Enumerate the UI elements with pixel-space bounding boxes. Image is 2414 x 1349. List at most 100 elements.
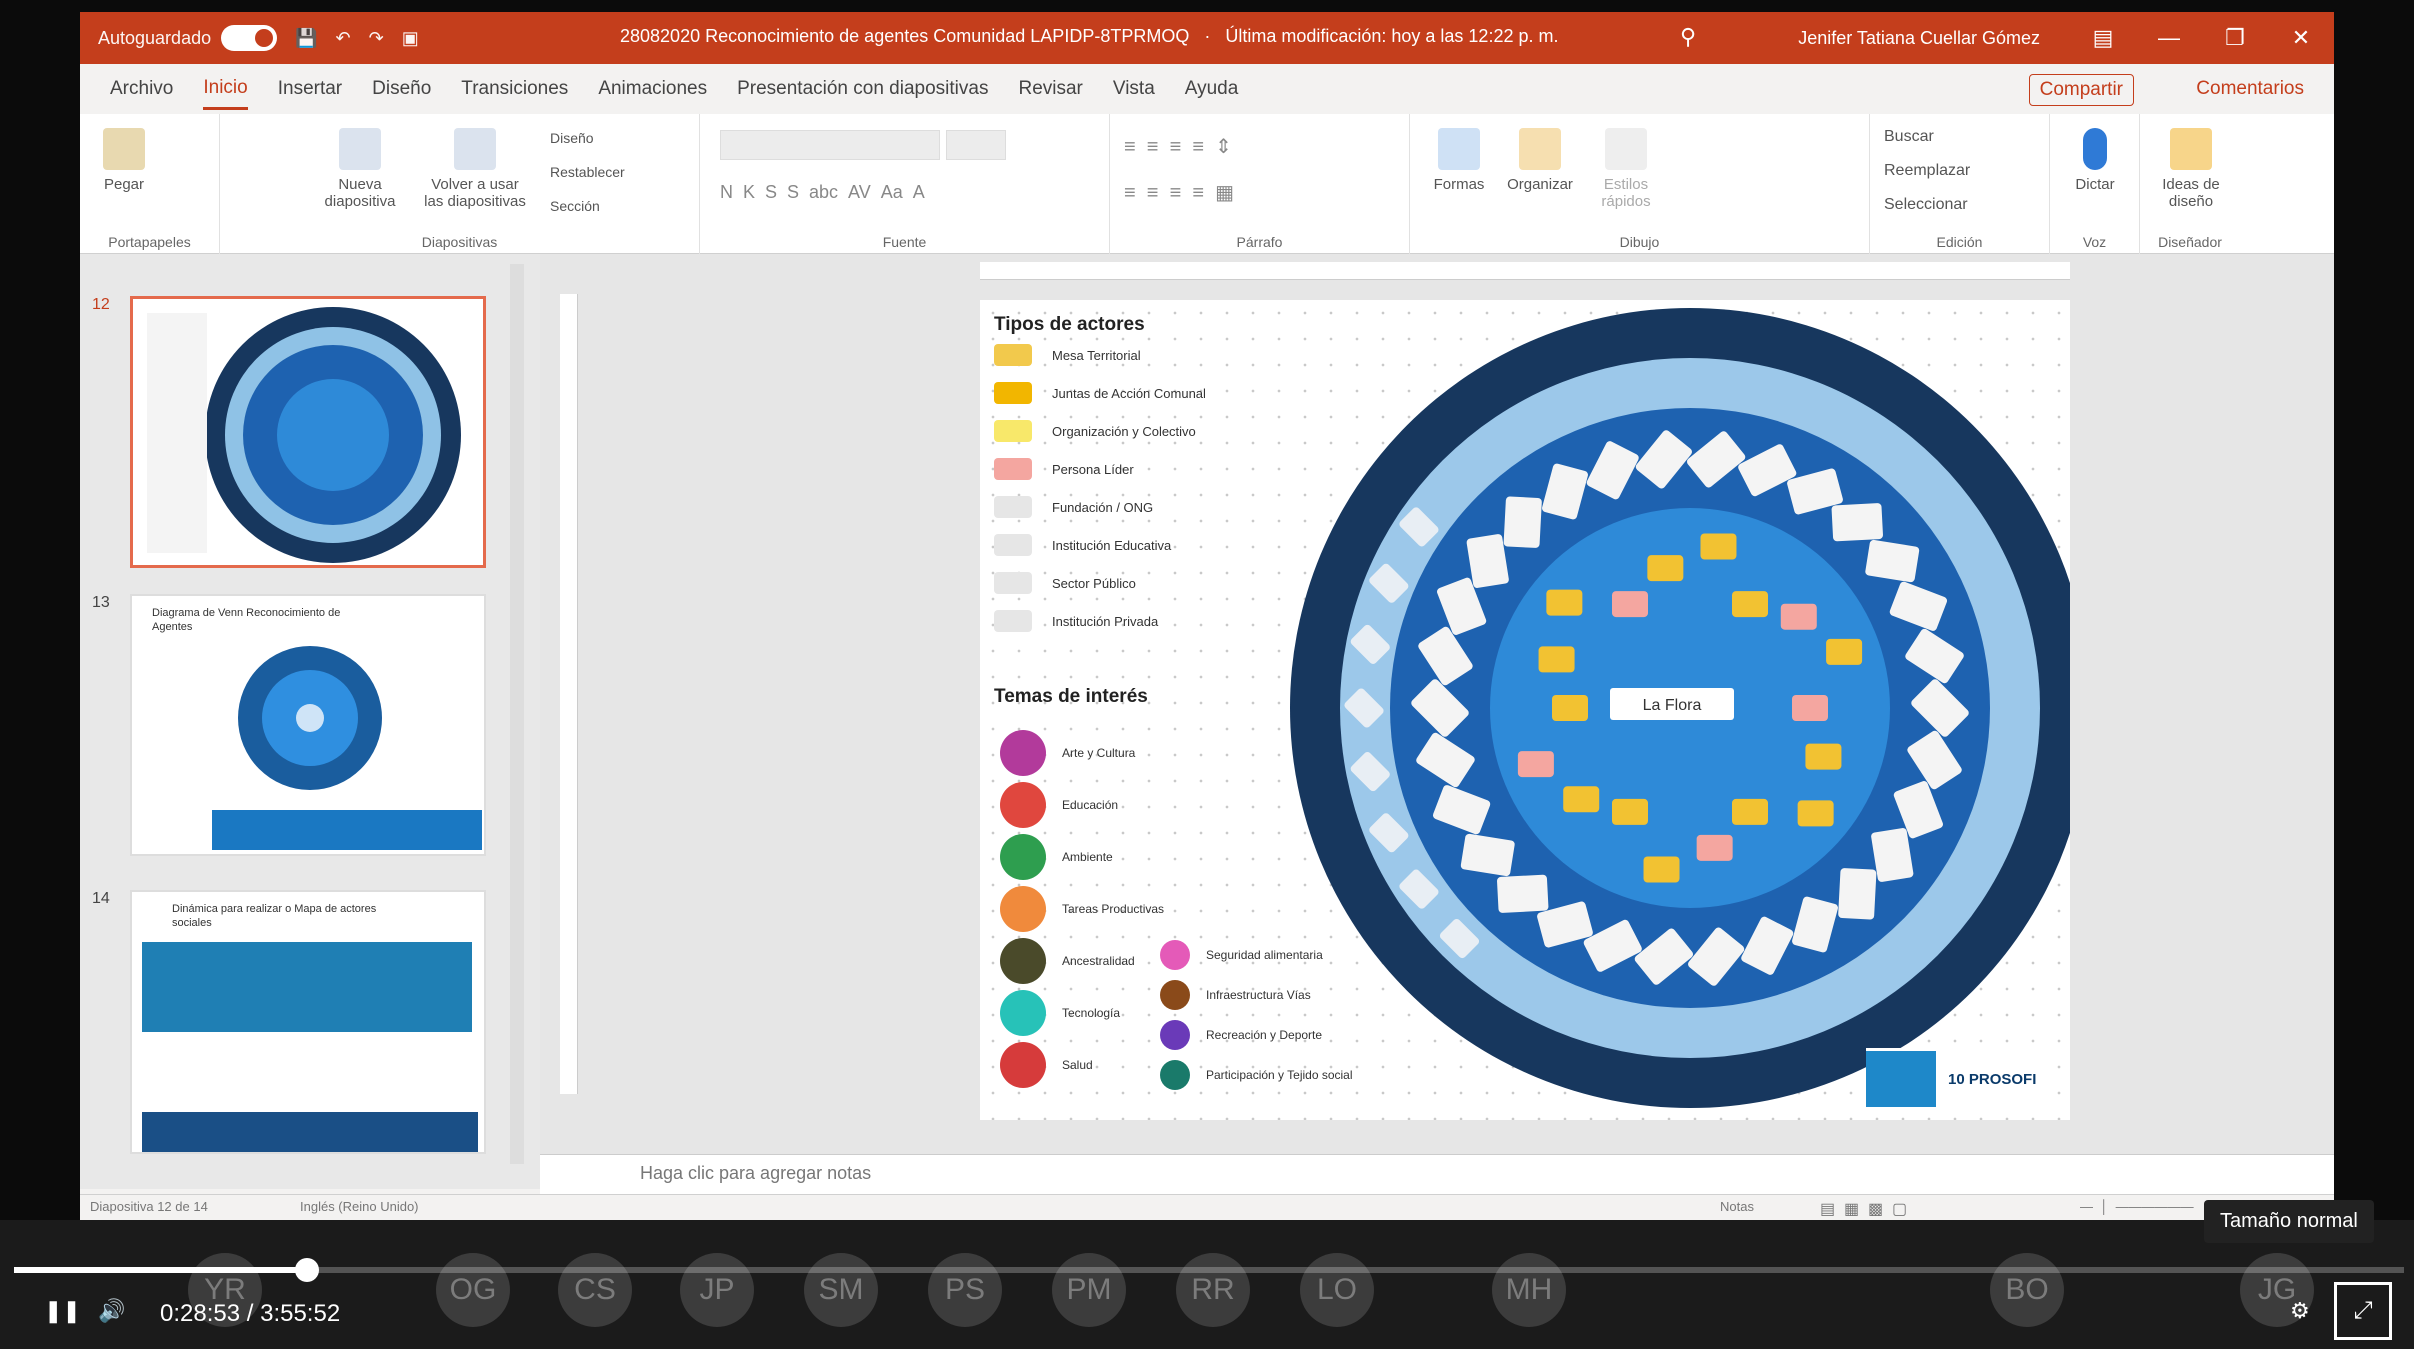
share-button[interactable]: Compartir	[2028, 74, 2134, 106]
notes-toggle-button[interactable]: Notas	[1720, 1199, 1754, 1214]
participant-avatar: MH	[1492, 1253, 1566, 1327]
layout-button[interactable]: Diseño	[550, 130, 594, 146]
section-button[interactable]: Sección	[550, 198, 600, 214]
restore-button[interactable]: ❐	[2202, 25, 2268, 51]
tab-presentacion[interactable]: Presentación con diapositivas	[737, 70, 988, 108]
tab-vista[interactable]: Vista	[1113, 70, 1155, 108]
tab-inicio[interactable]: Inicio	[203, 69, 248, 110]
participant-avatar: PM	[1052, 1253, 1126, 1327]
actor-label: Institución Educativa	[1052, 537, 1172, 553]
comments-button[interactable]: Comentarios	[2186, 74, 2314, 104]
ribbon-display-icon[interactable]: ▤	[2070, 25, 2136, 51]
slides-group-label: Diapositivas	[421, 234, 498, 250]
shapes-button[interactable]: Formas	[1424, 128, 1494, 193]
center-actor-piece	[1612, 798, 1648, 825]
topic-label: Educación	[1062, 798, 1119, 812]
view-buttons[interactable]: ▤ ▦ ▩ ▢	[1820, 1199, 1907, 1219]
actor-legend-item: Sector Público	[994, 572, 1136, 594]
autosave-toggle[interactable]	[221, 25, 278, 51]
thumbnail-slide-14[interactable]: Dinámica para realizar o Mapa de actores…	[130, 890, 486, 1154]
minimize-button[interactable]: —	[2136, 25, 2202, 51]
present-icon[interactable]: ▣	[402, 28, 419, 49]
actor-label: Institución Privada	[1052, 613, 1159, 629]
video-time: 0:28:53 / 3:55:52	[160, 1300, 340, 1328]
thumbnail-number: 12	[92, 296, 110, 313]
tab-revisar[interactable]: Revisar	[1018, 70, 1082, 108]
quick-styles-button[interactable]: Estilos rápidos	[1586, 128, 1666, 210]
notes-field[interactable]: Haga clic para agregar notas	[540, 1154, 2334, 1194]
prosofi-logo: 10 PROSOFI	[1948, 1070, 2037, 1088]
undo-icon[interactable]: ↶	[336, 28, 351, 49]
tab-animaciones[interactable]: Animaciones	[598, 70, 707, 108]
topics-heading: Temas de interés	[994, 686, 1148, 707]
language-indicator[interactable]: Inglés (Reino Unido)	[300, 1199, 419, 1214]
font-format-buttons[interactable]: N K S S abc AV Aa A	[720, 182, 925, 203]
outer-ring-actor-piece	[1838, 868, 1877, 920]
ribbon: Pegar Portapapeles Nueva diapositiva Vol…	[80, 114, 2334, 254]
document-name: 28082020 Reconocimiento de agentes Comun…	[620, 26, 1190, 46]
center-actor-piece	[1700, 533, 1737, 560]
dictate-button[interactable]: Dictar	[2060, 128, 2130, 193]
normal-size-button[interactable]: ⤢	[2334, 1282, 2392, 1340]
actor-legend-item: Persona Líder	[994, 458, 1134, 480]
new-slide-button[interactable]: Nueva diapositiva	[310, 128, 410, 210]
food-icon	[1160, 940, 1190, 970]
topic-legend-item: Tecnología	[1000, 990, 1120, 1036]
vertical-ruler	[560, 294, 578, 1094]
people-icon	[1160, 1060, 1190, 1090]
arrange-button[interactable]: Organizar	[1500, 128, 1580, 193]
actor-label: Organización y Colectivo	[1052, 423, 1196, 439]
thumbnail-slide-12[interactable]	[130, 296, 486, 568]
reset-button[interactable]: Restablecer	[550, 164, 625, 180]
paste-button[interactable]: Pegar	[94, 128, 154, 193]
zoom-slider[interactable]: — │ ——————	[2080, 1199, 2194, 1214]
video-time-separator: /	[246, 1300, 254, 1327]
center-actor-piece	[1538, 646, 1575, 673]
volume-icon[interactable]: 🔊	[98, 1298, 125, 1324]
center-actor-piece	[1797, 800, 1834, 827]
actor-legend-item: Fundación / ONG	[994, 496, 1153, 518]
align-buttons[interactable]: ≡ ≡ ≡ ≡ ▦	[1124, 180, 1234, 205]
font-name-select[interactable]	[720, 130, 940, 160]
topic-legend-item: Tareas Productivas	[1000, 886, 1164, 932]
editing-group-label: Edición	[1936, 234, 1983, 250]
tab-transiciones[interactable]: Transiciones	[461, 70, 568, 108]
save-icon[interactable]: 💾	[295, 28, 317, 49]
redo-icon[interactable]: ↷	[369, 28, 384, 49]
center-actor-piece	[1732, 798, 1768, 825]
list-buttons[interactable]: ≡ ≡ ≡ ≡ ⇕	[1124, 134, 1232, 159]
user-name[interactable]: Jenifer Tatiana Cuellar Gómez	[1798, 28, 2040, 49]
current-slide[interactable]: Tipos de actores Mesa Territorial Juntas …	[980, 300, 2070, 1120]
reuse-slides-button[interactable]: Volver a usar las diapositivas	[420, 128, 530, 210]
tab-diseno[interactable]: Diseño	[372, 70, 431, 108]
slide-thumbnail-pane: 12 13 Diagrama de Venn Reconocimiento de…	[80, 254, 540, 1189]
topic-legend-item: Arte y Cultura	[1000, 730, 1135, 776]
settings-gear-icon[interactable]: ⚙	[2290, 1298, 2310, 1324]
tab-archivo[interactable]: Archivo	[110, 70, 173, 108]
video-progress-bar[interactable]	[14, 1267, 2404, 1273]
participant-avatar: BO	[1990, 1253, 2064, 1327]
thumbnail-number: 14	[92, 890, 110, 907]
search-icon[interactable]: ⚲	[1680, 24, 1696, 50]
drawing-group-label: Dibujo	[1619, 234, 1660, 250]
tools-icon	[1000, 886, 1046, 932]
ribbon-tabs: Archivo Inicio Insertar Diseño Transicio…	[80, 64, 2334, 114]
thumbnail-slide-13[interactable]: Diagrama de Venn Reconocimiento de Agent…	[130, 594, 486, 856]
replace-button[interactable]: Reemplazar	[1884, 162, 1970, 180]
tab-ayuda[interactable]: Ayuda	[1185, 70, 1239, 108]
tab-insertar[interactable]: Insertar	[278, 70, 342, 108]
find-button[interactable]: Buscar	[1884, 128, 1934, 146]
close-button[interactable]: ✕	[2268, 25, 2334, 51]
clipboard-group: Pegar Portapapeles	[80, 114, 220, 254]
pause-button[interactable]: ❚❚	[44, 1298, 81, 1324]
shapes-label: Formas	[1433, 176, 1485, 193]
video-progress-fill	[14, 1267, 307, 1273]
actor-swatch-icon	[994, 496, 1032, 518]
select-button[interactable]: Seleccionar	[1884, 196, 1968, 214]
thumbnail-scrollbar[interactable]	[510, 264, 524, 1164]
actor-swatch-icon	[994, 572, 1032, 594]
video-progress-handle[interactable]	[294, 1258, 319, 1282]
design-ideas-button[interactable]: Ideas de diseño	[2146, 128, 2236, 210]
font-size-select[interactable]	[946, 130, 1006, 160]
participant-avatar: OG	[436, 1253, 510, 1327]
